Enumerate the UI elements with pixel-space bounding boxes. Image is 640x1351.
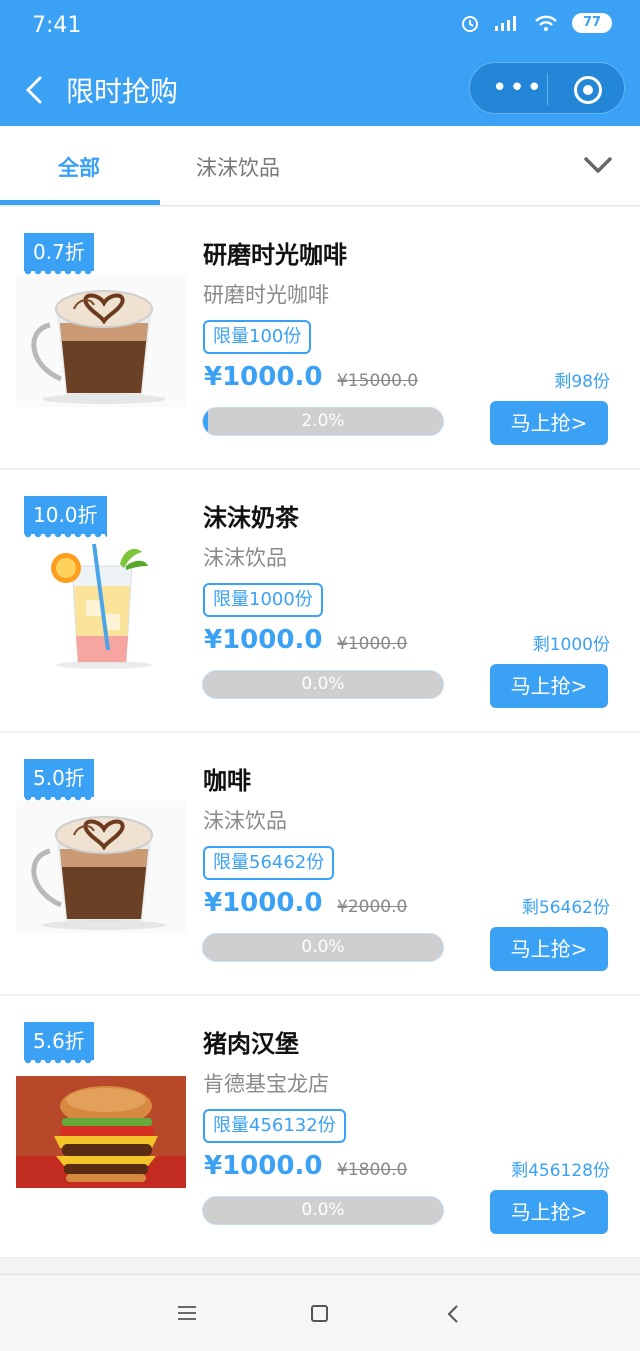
shop-name: 沫沫饮品 <box>203 809 287 833</box>
system-nav-bar <box>0 1274 640 1351</box>
sale-price: ¥1000.0 <box>204 888 323 918</box>
signal-icon <box>495 16 516 31</box>
buy-now-button[interactable]: 马上抢> <box>490 401 608 445</box>
shop-name: 研磨时光咖啡 <box>203 283 329 307</box>
system-back-icon[interactable] <box>447 1304 459 1324</box>
limit-tag: 限量100份 <box>203 320 312 354</box>
product-image <box>16 538 186 670</box>
sold-progress-bar: 0.0% <box>202 670 444 699</box>
original-price: ¥1000.0 <box>337 634 408 654</box>
discount-badge: 10.0折 <box>24 496 107 539</box>
battery-icon: 77 <box>572 13 612 33</box>
limit-tag: 限量56462份 <box>203 846 335 880</box>
chevron-down-icon[interactable] <box>583 150 613 180</box>
progress-text: 0.0% <box>301 1200 345 1220</box>
progress-text: 0.0% <box>301 674 345 694</box>
back-arrow-icon[interactable] <box>22 72 50 108</box>
original-price: ¥1800.0 <box>337 1160 408 1180</box>
product-title: 研磨时光咖啡 <box>203 241 347 269</box>
product-title: 沫沫奶茶 <box>203 504 299 532</box>
close-target-icon[interactable] <box>574 76 602 104</box>
product-title: 咖啡 <box>203 767 251 795</box>
discount-badge: 5.0折 <box>24 759 94 802</box>
product-card[interactable]: 0.7折 研磨时光咖啡 研磨时光咖啡 限量100份 ¥1000.0 ¥15000… <box>0 207 640 469</box>
sold-progress-bar: 0.0% <box>202 1196 444 1225</box>
remaining-count: 剩56462份 <box>521 898 610 918</box>
active-tab-indicator <box>0 200 160 205</box>
sold-progress-bar: 2.0% <box>202 407 444 436</box>
product-image <box>16 801 186 933</box>
progress-text: 2.0% <box>301 411 345 431</box>
remaining-count: 剩98份 <box>554 372 610 392</box>
remaining-count: 剩1000份 <box>532 635 610 655</box>
nav-bar: 限时抢购 ••• <box>0 54 640 126</box>
buy-now-button[interactable]: 马上抢> <box>490 664 608 708</box>
mini-program-capsule: ••• <box>469 62 625 114</box>
alarm-icon <box>462 16 478 32</box>
original-price: ¥15000.0 <box>337 371 419 391</box>
product-card[interactable]: 5.6折 猪肉汉堡 肯德基宝龙店 限量456132份 ¥1000.0 ¥1800… <box>0 996 640 1258</box>
category-tabs: 全部 沫沫饮品 <box>0 126 640 206</box>
sale-price: ¥1000.0 <box>204 1151 323 1181</box>
flash-sale-list: 0.7折 研磨时光咖啡 研磨时光咖啡 限量100份 ¥1000.0 ¥15000… <box>0 207 640 1259</box>
sale-price: ¥1000.0 <box>204 625 323 655</box>
limit-tag: 限量1000份 <box>203 583 323 617</box>
product-card[interactable]: 5.0折 咖啡 沫沫饮品 限量56462份 ¥1000.0 ¥2000.0 剩5… <box>0 733 640 995</box>
buy-now-button[interactable]: 马上抢> <box>490 927 608 971</box>
juice-glass-icon <box>16 538 186 670</box>
product-image <box>16 1076 186 1188</box>
discount-badge: 5.6折 <box>24 1022 94 1065</box>
capsule-divider <box>547 73 548 105</box>
sold-progress-bar: 0.0% <box>202 933 444 962</box>
burger-icon <box>16 1076 186 1188</box>
tab-all[interactable]: 全部 <box>58 152 100 182</box>
original-price: ¥2000.0 <box>337 897 408 917</box>
more-icon[interactable]: ••• <box>492 75 544 101</box>
coffee-cup-icon <box>16 801 186 933</box>
product-image <box>16 275 186 407</box>
buy-now-button[interactable]: 马上抢> <box>490 1190 608 1234</box>
home-square-icon[interactable] <box>311 1305 328 1322</box>
limit-tag: 限量456132份 <box>203 1109 346 1143</box>
progress-text: 0.0% <box>301 937 345 957</box>
status-time: 7:41 <box>32 13 82 38</box>
tab-momo-drinks[interactable]: 沫沫饮品 <box>196 152 280 182</box>
shop-name: 肯德基宝龙店 <box>203 1072 329 1096</box>
status-icons: 77 <box>460 13 612 33</box>
wifi-icon <box>535 15 557 31</box>
product-title: 猪肉汉堡 <box>203 1030 299 1058</box>
sale-price: ¥1000.0 <box>204 362 323 392</box>
discount-badge: 0.7折 <box>24 233 94 276</box>
shop-name: 沫沫饮品 <box>203 546 287 570</box>
page-title: 限时抢购 <box>66 75 179 108</box>
remaining-count: 剩456128份 <box>511 1161 610 1181</box>
menu-icon[interactable] <box>178 1306 196 1320</box>
product-card[interactable]: 10.0折 沫沫奶茶 沫沫饮品 限量1000份 ¥1000.0 ¥1000.0 … <box>0 470 640 732</box>
coffee-cup-icon <box>16 275 186 407</box>
status-bar: 7:41 77 <box>0 0 640 54</box>
